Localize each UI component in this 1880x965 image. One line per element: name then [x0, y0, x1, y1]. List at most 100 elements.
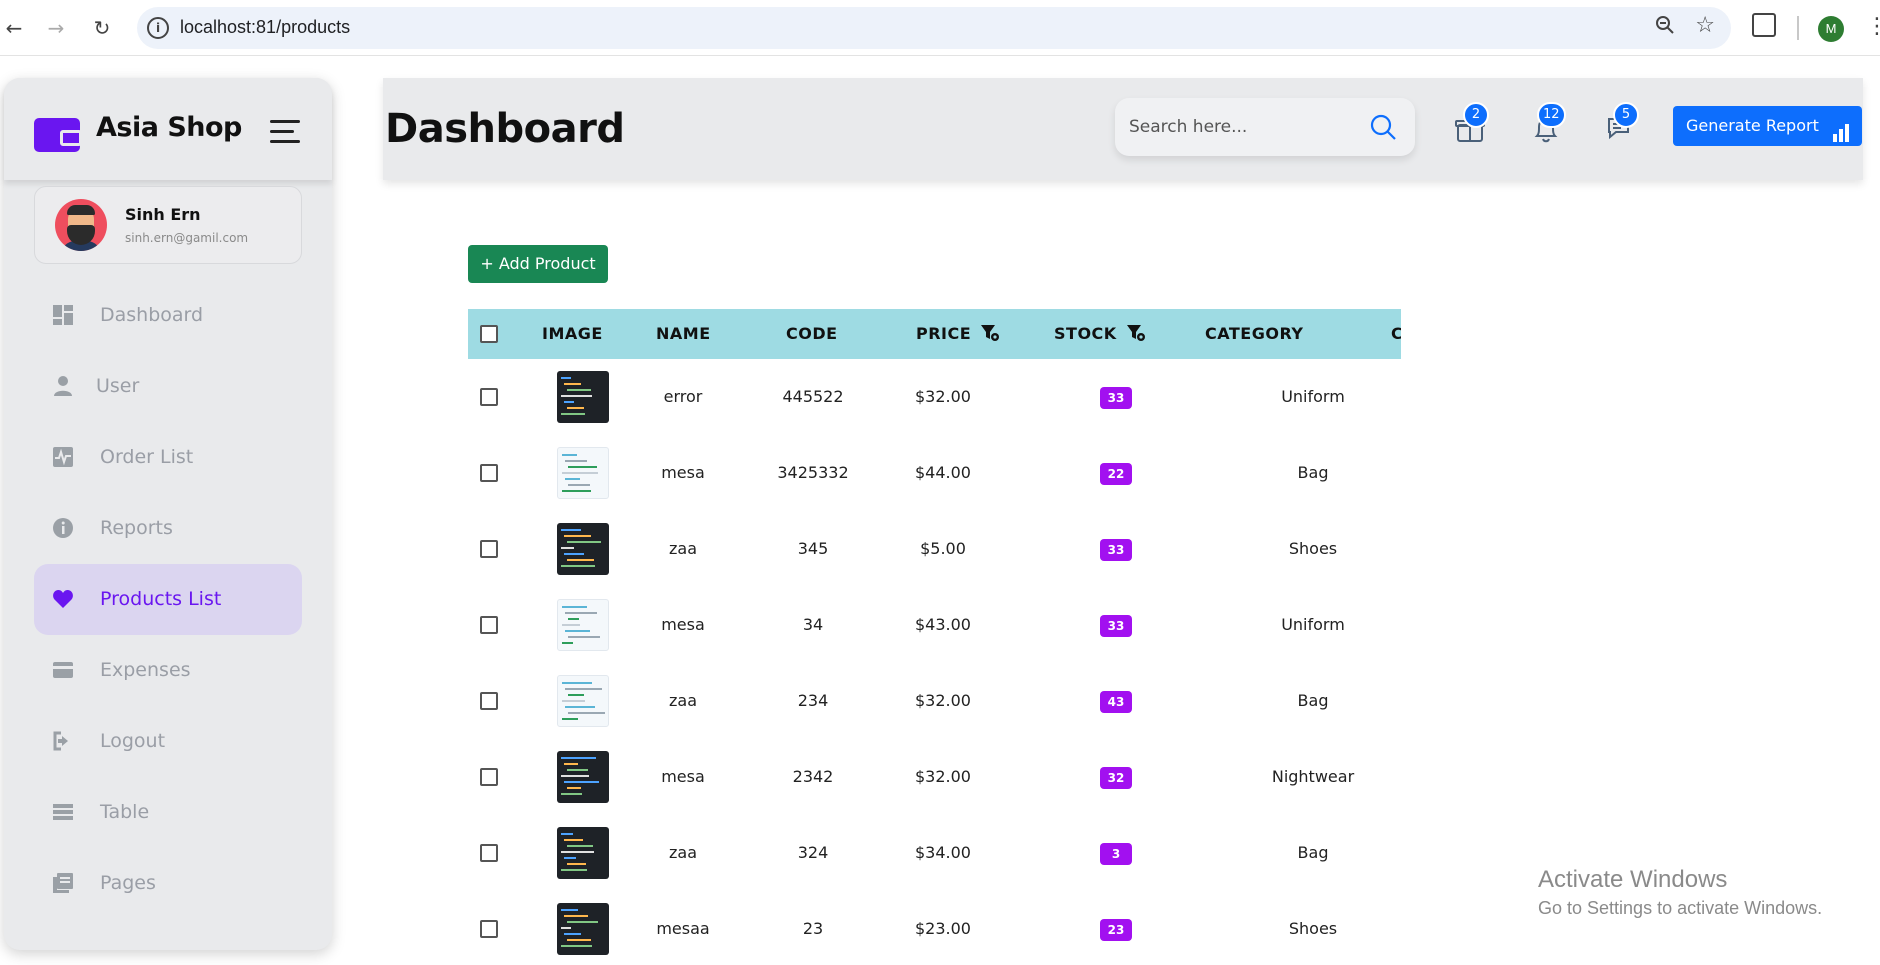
product-code: 234 — [797, 691, 829, 710]
bar-chart-icon — [1832, 117, 1850, 142]
product-thumbnail[interactable] — [557, 523, 609, 575]
stock-badge: 3 — [1100, 843, 1132, 865]
messages-badge: 5 — [1613, 102, 1639, 128]
product-thumbnail[interactable] — [557, 827, 609, 879]
extensions-icon[interactable] — [1752, 13, 1776, 37]
generate-report-button[interactable]: Generate Report — [1673, 106, 1862, 146]
product-category: Shoes — [1288, 919, 1338, 938]
table-row[interactable]: mesa 2342 $32.00 Nightwear 32 — [468, 739, 1401, 815]
row-checkbox[interactable] — [480, 464, 498, 482]
sidebar-item-table[interactable]: Table — [34, 777, 302, 848]
row-checkbox[interactable] — [480, 388, 498, 406]
logout-icon — [52, 730, 74, 752]
profile-avatar[interactable]: M — [1818, 16, 1844, 42]
product-code: 2342 — [792, 767, 834, 786]
product-category: Bag — [1297, 463, 1329, 482]
generate-report-label: Generate Report — [1686, 116, 1819, 135]
page-title: Dashboard — [385, 106, 625, 152]
row-checkbox[interactable] — [480, 920, 498, 938]
table-row[interactable]: zaa 324 $34.00 Bag 3 — [468, 815, 1401, 891]
product-category: Uniform — [1281, 615, 1345, 634]
row-checkbox[interactable] — [480, 768, 498, 786]
pages-icon — [52, 872, 74, 894]
sidebar-item-order-list[interactable]: Order List — [34, 422, 302, 493]
notifications-badge: 12 — [1537, 102, 1566, 128]
sidebar-item-expenses[interactable]: Expenses — [34, 635, 302, 706]
sidebar-item-pages[interactable]: Pages — [34, 848, 302, 919]
url-text[interactable]: localhost:81/products — [180, 17, 350, 38]
dashboard-icon — [52, 304, 74, 326]
table-row[interactable]: mesa 34 $43.00 Uniform 33 — [468, 587, 1401, 663]
column-header-stock-label: STOCK — [1054, 324, 1117, 343]
reload-icon[interactable]: ↻ — [88, 14, 116, 42]
sidebar-item-products-list[interactable]: Products List — [34, 564, 302, 635]
product-price: $32.00 — [915, 387, 971, 406]
product-name: zaa — [668, 843, 697, 862]
search-icon[interactable] — [1369, 113, 1397, 141]
product-code: 345 — [797, 539, 829, 558]
avatar — [55, 199, 107, 251]
stock-badge: 23 — [1100, 919, 1132, 941]
brand-name: Asia Shop — [96, 112, 242, 143]
product-name: zaa — [668, 539, 697, 558]
forward-arrow-icon[interactable]: → — [42, 14, 70, 42]
zoom-icon[interactable] — [1655, 15, 1675, 40]
column-header-price[interactable]: PRICE — [916, 324, 1000, 343]
activate-windows-watermark: Activate Windows Go to Settings to activ… — [1538, 866, 1822, 919]
column-header-name[interactable]: NAME — [656, 324, 711, 343]
column-header-truncated[interactable]: C — [1391, 324, 1401, 343]
column-header-code[interactable]: CODE — [786, 324, 838, 343]
sidebar-item-label: Order List — [100, 446, 194, 468]
filter-icon[interactable] — [1126, 325, 1145, 341]
product-category: Bag — [1297, 843, 1329, 862]
product-thumbnail[interactable] — [557, 903, 609, 955]
stock-badge: 33 — [1100, 387, 1132, 409]
table-row[interactable]: error 445522 $32.00 Uniform 33 — [468, 359, 1401, 435]
stock-badge: 43 — [1100, 691, 1132, 713]
table-row[interactable]: mesaa 23 $23.00 Shoes 23 — [468, 891, 1401, 965]
filter-icon[interactable] — [981, 325, 1000, 341]
column-header-price-label: PRICE — [916, 324, 972, 343]
browser-menu-icon[interactable]: ⋮ — [1866, 16, 1880, 38]
product-category: Shoes — [1288, 539, 1338, 558]
sidebar-item-dashboard[interactable]: Dashboard — [34, 280, 302, 351]
product-category: Bag — [1297, 691, 1329, 710]
site-info-icon[interactable]: i — [147, 17, 169, 39]
sidebar-item-reports[interactable]: Reports — [34, 493, 302, 564]
hamburger-menu-icon[interactable] — [270, 120, 300, 150]
row-checkbox[interactable] — [480, 540, 498, 558]
add-product-button[interactable]: + Add Product — [468, 245, 608, 283]
select-all-checkbox[interactable] — [480, 325, 498, 343]
table-row[interactable]: zaa 234 $32.00 Bag 43 — [468, 663, 1401, 739]
table-row[interactable]: mesa 3425332 $44.00 Bag 22 — [468, 435, 1401, 511]
table-icon — [52, 801, 74, 823]
product-thumbnail[interactable] — [557, 599, 609, 651]
back-arrow-icon[interactable]: ← — [0, 14, 28, 42]
row-checkbox[interactable] — [480, 692, 498, 710]
product-thumbnail[interactable] — [557, 675, 609, 727]
product-thumbnail[interactable] — [557, 371, 609, 423]
column-header-category[interactable]: CATEGORY — [1205, 324, 1304, 343]
product-price: $32.00 — [915, 691, 971, 710]
column-header-image[interactable]: IMAGE — [542, 324, 603, 343]
product-thumbnail[interactable] — [557, 447, 609, 499]
user-profile-card[interactable]: Sinh Ern sinh.ern@gamil.com — [34, 186, 302, 264]
product-code: 324 — [797, 843, 829, 862]
gift-badge: 2 — [1463, 102, 1489, 128]
column-header-stock[interactable]: STOCK — [1054, 324, 1145, 343]
bookmark-star-icon[interactable]: ☆ — [1695, 13, 1715, 38]
wallet-icon — [52, 659, 74, 681]
user-email: sinh.ern@gamil.com — [125, 231, 249, 245]
watermark-subtitle: Go to Settings to activate Windows. — [1538, 898, 1823, 918]
product-name: mesaa — [656, 919, 710, 938]
sidebar-item-user[interactable]: User — [34, 351, 302, 422]
search-input[interactable] — [1115, 98, 1360, 156]
address-bar[interactable]: i localhost:81/products ☆ — [137, 7, 1731, 49]
row-checkbox[interactable] — [480, 844, 498, 862]
row-checkbox[interactable] — [480, 616, 498, 634]
table-row[interactable]: zaa 345 $5.00 Shoes 33 — [468, 511, 1401, 587]
sidebar-item-logout[interactable]: Logout — [34, 706, 302, 777]
product-thumbnail[interactable] — [557, 751, 609, 803]
product-price: $5.00 — [920, 539, 966, 558]
stock-badge: 33 — [1100, 615, 1132, 637]
